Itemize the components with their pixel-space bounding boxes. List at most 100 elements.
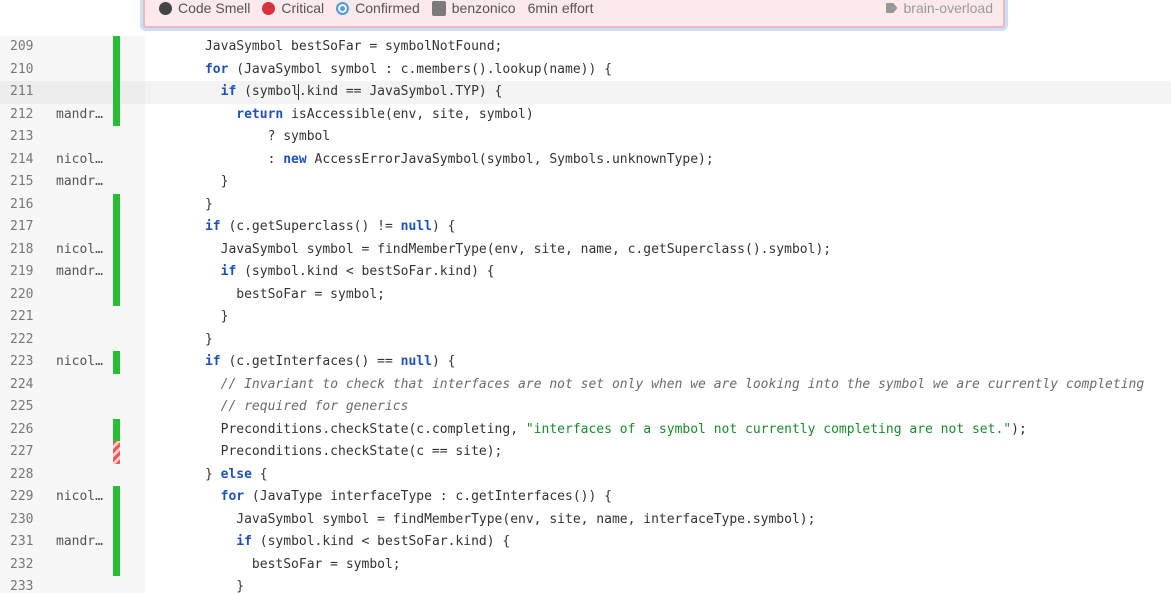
source-line[interactable]: 233 }: [0, 576, 1171, 593]
code-keyword: null: [400, 219, 432, 234]
code-text: // required for generics: [158, 396, 409, 419]
source-line[interactable]: 216 }: [0, 193, 1171, 217]
line-number[interactable]: 232: [10, 554, 40, 577]
code-token: (symbol.kind < bestSoFar.kind) {: [236, 264, 495, 279]
source-line[interactable]: 230 JavaSymbol symbol = findMemberType(e…: [0, 508, 1171, 532]
line-number[interactable]: 230: [10, 509, 40, 532]
line-number[interactable]: 227: [10, 441, 40, 464]
coverage-covered-marker[interactable]: [113, 216, 120, 239]
code-token: }: [158, 466, 221, 482]
code-keyword: null: [400, 354, 432, 369]
line-number[interactable]: 223: [10, 351, 40, 374]
scm-author[interactable]: mandr…: [56, 171, 108, 194]
coverage-covered-marker[interactable]: [113, 283, 120, 306]
source-line[interactable]: 220 bestSoFar = symbol;: [0, 283, 1171, 307]
source-line[interactable]: 209 JavaSymbol bestSoFar = symbolNotFoun…: [0, 36, 1171, 59]
line-number[interactable]: 225: [10, 396, 40, 419]
issue-severity[interactable]: Critical: [262, 0, 324, 16]
source-line[interactable]: 218 nicol… JavaSymbol symbol = findMember…: [0, 238, 1171, 262]
coverage-covered-marker[interactable]: [113, 351, 120, 374]
line-number[interactable]: 216: [10, 194, 40, 217]
source-line[interactable]: 231 mandr… if (symbol.kind < bestSoFar.ki…: [0, 531, 1171, 554]
coverage-covered-marker[interactable]: [113, 36, 120, 59]
line-number[interactable]: 220: [10, 284, 40, 307]
source-line[interactable]: 228 } else {: [0, 463, 1171, 487]
line-number[interactable]: 215: [10, 171, 40, 194]
line-number[interactable]: 221: [10, 306, 40, 329]
source-line[interactable]: 227 Preconditions.checkState(c == site);: [0, 441, 1171, 464]
source-line[interactable]: 223 nicol… if (c.getInterfaces() == null)…: [0, 351, 1171, 374]
scm-author[interactable]: nicol…: [56, 486, 108, 509]
line-number[interactable]: 229: [10, 486, 40, 509]
line-number[interactable]: 222: [10, 329, 40, 352]
code-token: (symbol.kind < bestSoFar.kind) {: [251, 534, 511, 549]
code-token: (c.getInterfaces() ==: [220, 354, 401, 369]
critical-severity-icon: [262, 1, 276, 15]
source-line[interactable]: 212 mandr… return isAccessible(env, site,…: [0, 103, 1171, 127]
issue-tag[interactable]: brain-overload: [885, 0, 993, 16]
coverage-covered-marker[interactable]: [113, 486, 120, 509]
scm-author[interactable]: mandr…: [56, 531, 108, 554]
code-text: if (c.getInterfaces() == null) {: [158, 351, 455, 374]
line-number[interactable]: 218: [10, 239, 40, 262]
coverage-covered-marker[interactable]: [113, 193, 120, 216]
coverage-covered-marker[interactable]: [113, 58, 120, 81]
source-line[interactable]: 213 ? symbol: [0, 126, 1171, 149]
line-number[interactable]: 226: [10, 419, 40, 442]
scm-author[interactable]: nicol…: [56, 351, 108, 374]
code-token: :: [158, 151, 284, 167]
issue-assignee[interactable]: benzonico: [431, 0, 516, 16]
source-line[interactable]: 219 mandr… if (symbol.kind < bestSoFar.ki…: [0, 261, 1171, 284]
line-number[interactable]: 224: [10, 374, 40, 397]
code-text: }: [158, 329, 213, 352]
line-number[interactable]: 214: [10, 149, 40, 172]
line-number[interactable]: 219: [10, 261, 40, 284]
source-line[interactable]: 211 if (symbol.kind == JavaSymbol.TYP) {: [0, 81, 1171, 104]
source-line[interactable]: 224 // Invariant to check that interface…: [0, 373, 1171, 397]
line-number[interactable]: 210: [10, 59, 40, 82]
scm-author[interactable]: nicol…: [56, 239, 108, 262]
scm-author[interactable]: mandr…: [56, 104, 108, 127]
coverage-covered-marker[interactable]: [113, 238, 120, 261]
coverage-covered-marker[interactable]: [113, 531, 120, 554]
coverage-covered-marker[interactable]: [113, 103, 120, 126]
source-line[interactable]: 226 Preconditions.checkState(c.completin…: [0, 418, 1171, 442]
source-line[interactable]: 229 nicol… for (JavaType interfaceType : …: [0, 486, 1171, 509]
code-text: // Invariant to check that interfaces ar…: [158, 374, 1145, 397]
source-line[interactable]: 214 nicol… : new AccessErrorJavaSymbol(sy…: [0, 148, 1171, 172]
code-token: isAccessible(env, site, symbol): [283, 106, 534, 122]
coverage-covered-marker[interactable]: [113, 81, 120, 104]
code-token: ) {: [431, 354, 456, 369]
coverage-uncovered-marker[interactable]: [113, 441, 120, 464]
source-line[interactable]: 232 bestSoFar = symbol;: [0, 553, 1171, 577]
coverage-covered-marker[interactable]: [113, 508, 120, 531]
line-number[interactable]: 212: [10, 104, 40, 127]
code-text: return isAccessible(env, site, symbol): [158, 104, 534, 127]
coverage-covered-marker[interactable]: [113, 553, 120, 576]
line-number[interactable]: 209: [10, 36, 40, 59]
line-number[interactable]: 228: [10, 464, 40, 487]
code-text: bestSoFar = symbol;: [158, 554, 401, 577]
source-line[interactable]: 217 if (c.getSuperclass() != null) {: [0, 216, 1171, 239]
source-line[interactable]: 210 for (JavaSymbol symbol : c.members()…: [0, 58, 1171, 82]
code-keyword: for: [220, 489, 245, 504]
source-line[interactable]: 215 mandr… }: [0, 171, 1171, 194]
source-line[interactable]: 225 // required for generics: [0, 396, 1171, 419]
source-line[interactable]: 222 }: [0, 328, 1171, 352]
line-number[interactable]: 217: [10, 216, 40, 239]
code-text: JavaSymbol symbol = findMemberType(env, …: [158, 509, 815, 532]
code-text: ? symbol: [158, 126, 331, 149]
line-number[interactable]: 213: [10, 126, 40, 149]
issue-type[interactable]: Code Smell: [159, 0, 250, 16]
source-line[interactable]: 221 }: [0, 306, 1171, 329]
coverage-covered-marker[interactable]: [113, 418, 120, 441]
line-number[interactable]: 211: [10, 81, 40, 104]
scm-author[interactable]: mandr…: [56, 261, 108, 284]
scm-author[interactable]: nicol…: [56, 149, 108, 172]
issue-status[interactable]: Confirmed: [336, 0, 420, 16]
coverage-covered-marker[interactable]: [113, 261, 120, 284]
line-number[interactable]: 231: [10, 531, 40, 554]
line-number[interactable]: 233: [10, 576, 40, 593]
